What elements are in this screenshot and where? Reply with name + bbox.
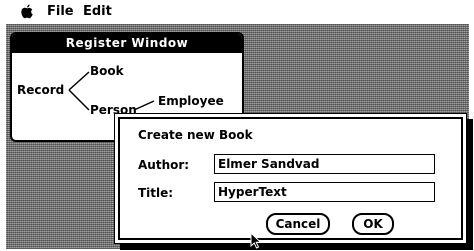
title-label: Title: — [138, 186, 174, 200]
arrow-pointer-icon — [250, 232, 262, 249]
dialog-frame: Create new Book Author: Elmer Sandvad Ti… — [118, 117, 463, 240]
tree-node-employee[interactable]: Employee — [158, 94, 224, 108]
create-book-dialog: Create new Book Author: Elmer Sandvad Ti… — [114, 113, 467, 244]
author-field[interactable]: Elmer Sandvad — [214, 154, 435, 174]
cancel-button[interactable]: Cancel — [266, 213, 330, 235]
menu-bar: File Edit — [0, 0, 474, 24]
dialog-title: Create new Book — [138, 128, 253, 142]
tree-node-book[interactable]: Book — [90, 64, 124, 78]
author-label: Author: — [138, 158, 190, 172]
menu-edit[interactable]: Edit — [83, 4, 112, 20]
ok-button[interactable]: OK — [352, 213, 394, 235]
menu-file[interactable]: File — [47, 4, 74, 20]
apple-icon[interactable] — [20, 4, 34, 19]
title-field[interactable]: HyperText — [214, 182, 435, 202]
tree-node-record[interactable]: Record — [17, 83, 64, 97]
